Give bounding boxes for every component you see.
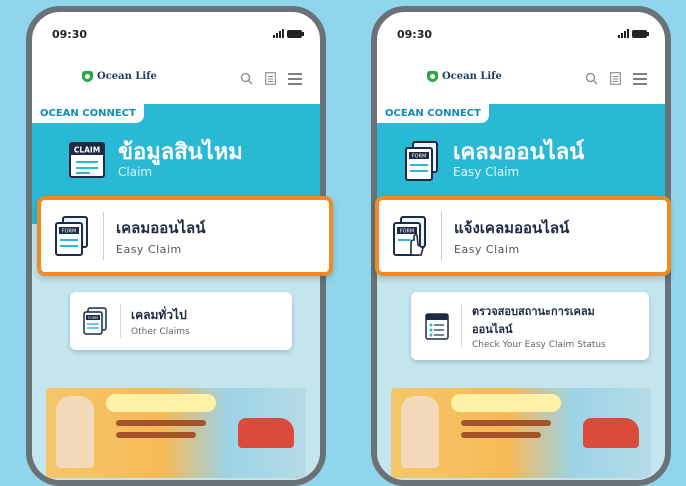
promo-banner-image[interactable] (46, 388, 306, 478)
easy-claim-card[interactable]: FORM เคลมออนไลน์ Easy Claim (37, 196, 333, 276)
check-claim-status-card[interactable]: ตรวจสอบสถานะการเคลม ออนไลน์ Check Your E… (411, 292, 649, 360)
banner-subtitle: Easy Claim (453, 165, 520, 179)
status-time: 09:30 (52, 28, 88, 41)
card-subtitle: Easy Claim (116, 243, 182, 256)
card-subtitle: Check Your Easy Claim Status (472, 340, 606, 350)
signal-battery-icon (618, 29, 649, 38)
card-title: แจ้งเคลมออนไลน์ (454, 219, 570, 237)
document-icon[interactable] (265, 70, 276, 89)
svg-text:FORM: FORM (412, 154, 427, 160)
card-title: เคลมออนไลน์ (116, 219, 206, 237)
hamburger-menu-icon[interactable] (633, 70, 647, 89)
svg-text:FORM: FORM (400, 229, 415, 235)
banner-title: ข้อมูลสินไหม (118, 140, 243, 165)
brand-logo[interactable]: Ocean Life (82, 71, 157, 82)
claim-card-icon: CLAIM (68, 140, 106, 180)
document-icon[interactable] (610, 70, 621, 89)
card-subtitle: Easy Claim (454, 243, 520, 256)
hamburger-menu-icon[interactable] (288, 70, 302, 89)
brand-name: Ocean Life (442, 71, 502, 82)
shield-logo-icon (427, 71, 438, 82)
promo-banner-image[interactable] (391, 388, 651, 478)
other-claims-card[interactable]: FORM เคลมทั่วไป Other Claims (70, 292, 292, 350)
form-document-icon: FORM (403, 140, 441, 181)
banner-subtitle: Claim (118, 165, 153, 179)
app-header: Ocean Life (32, 66, 320, 92)
section-label: OCEAN CONNECT (32, 104, 144, 123)
form-document-icon: FORM (82, 306, 110, 336)
form-hand-icon: FORM (391, 215, 429, 257)
section-label: OCEAN CONNECT (377, 104, 489, 123)
clipboard-status-icon (423, 311, 451, 341)
card-subtitle: Other Claims (131, 326, 190, 337)
shield-logo-icon (82, 71, 93, 82)
brand-logo[interactable]: Ocean Life (427, 71, 502, 82)
card-title-line2: ออนไลน์ (472, 323, 513, 336)
card-title-line1: ตรวจสอบสถานะการเคลม (472, 305, 595, 318)
signal-battery-icon (273, 29, 304, 38)
search-icon[interactable] (585, 70, 598, 89)
form-document-icon: FORM (53, 215, 91, 257)
svg-text:FORM: FORM (88, 316, 98, 320)
status-time: 09:30 (397, 28, 433, 41)
search-icon[interactable] (240, 70, 253, 89)
svg-text:CLAIM: CLAIM (74, 146, 100, 155)
status-bar: 09:30 (32, 12, 320, 52)
app-header: Ocean Life (377, 66, 665, 92)
report-easy-claim-card[interactable]: FORM แจ้งเคลมออนไลน์ Easy Claim (375, 196, 671, 276)
card-title: เคลมทั่วไป (131, 307, 187, 322)
svg-text:FORM: FORM (62, 229, 77, 235)
banner-title: เคลมออนไลน์ (453, 140, 585, 165)
brand-name: Ocean Life (97, 71, 157, 82)
status-bar: 09:30 (377, 12, 665, 52)
